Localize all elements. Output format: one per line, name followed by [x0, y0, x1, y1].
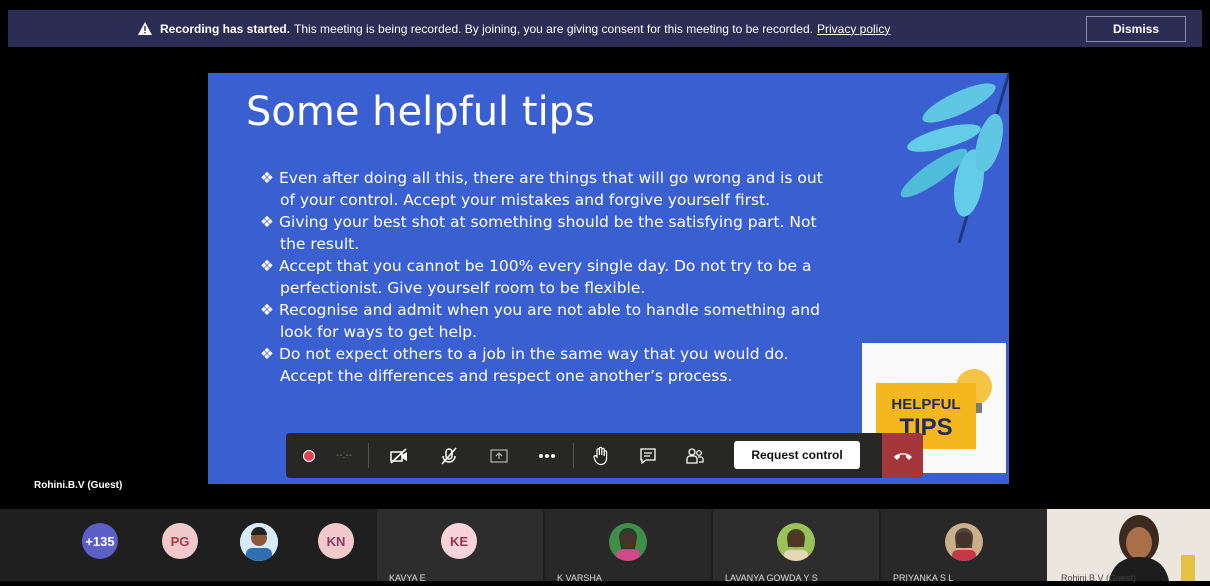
diamond-bullet-icon: ❖ [260, 345, 274, 363]
record-dot-icon [303, 449, 315, 462]
participant-photo [609, 523, 647, 561]
tip-line: Accept that you cannot be 100% every sin… [279, 257, 812, 275]
participant-avatar[interactable]: KN [318, 523, 354, 559]
dismiss-button[interactable]: Dismiss [1086, 16, 1186, 42]
participant-name: KAVYA E [389, 573, 426, 583]
people-icon [686, 447, 704, 464]
tip-item: ❖ Giving your best shot at something shou… [241, 211, 901, 255]
person-photo-icon [945, 523, 983, 561]
banner-message: Recording has started. This meeting is b… [138, 10, 890, 47]
participant-name: LAVANYA GOWDA Y S [725, 573, 818, 583]
person-photo-icon [609, 523, 647, 561]
share-screen-button[interactable] [484, 433, 514, 478]
tip-line: the result. [280, 235, 360, 253]
diamond-bullet-icon: ❖ [260, 257, 274, 275]
participant-tile[interactable]: K VARSHA [545, 509, 711, 583]
participant-name: K VARSHA [557, 573, 602, 583]
person-photo-icon [777, 523, 815, 561]
tip-line: look for ways to get help. [280, 323, 478, 341]
phone-hangup-icon [893, 452, 912, 460]
participant-avatar: KE [441, 523, 477, 559]
diamond-bullet-icon: ❖ [260, 213, 274, 231]
tip-line: Do not expect others to a job in the sam… [279, 345, 789, 363]
hang-up-button[interactable] [882, 433, 923, 478]
camera-toggle-button[interactable] [384, 433, 414, 478]
raise-hand-button[interactable] [586, 433, 616, 478]
tip-item: ❖ Accept that you cannot be 100% every si… [241, 255, 901, 299]
tip-line: perfectionist. Give yourself room to be … [280, 279, 646, 297]
participant-photo[interactable] [240, 523, 278, 561]
tip-item: ❖ Recognise and admit when you are not ab… [241, 299, 901, 343]
more-actions-button[interactable] [532, 433, 562, 478]
share-tray-icon [490, 449, 508, 463]
presenter-name-label: Rohini.B.V (Guest) [34, 480, 123, 491]
camera-off-icon [390, 447, 407, 464]
hand-icon [593, 446, 608, 465]
warning-icon [138, 22, 152, 35]
record-indicator[interactable] [298, 433, 320, 478]
tip-line: Even after doing all this, there are thi… [279, 169, 823, 187]
chat-button[interactable] [633, 433, 663, 478]
tips-list: ❖ Even after doing all this, there are th… [241, 167, 901, 387]
diamond-bullet-icon: ❖ [260, 301, 274, 319]
call-controls: --:-- Request control [286, 433, 923, 478]
banner-title: Recording has started. [160, 21, 291, 36]
participant-name: Rohini.B.V (Guest) [1061, 573, 1137, 583]
tip-line: Giving your best shot at something shoul… [279, 213, 817, 231]
participant-name: PRIYANKA S L [893, 573, 954, 583]
participant-photo [777, 523, 815, 561]
tip-line: Recognise and admit when you are not abl… [279, 301, 820, 319]
overflow-participants-badge[interactable]: +135 [82, 523, 118, 559]
slide-title: Some helpful tips [246, 89, 595, 135]
person-photo-icon [240, 523, 278, 561]
divider [573, 443, 574, 468]
more-dots-icon [539, 453, 555, 458]
recording-banner: Recording has started. This meeting is b… [8, 10, 1202, 47]
tip-item: ❖ Even after doing all this, there are th… [241, 167, 901, 211]
participant-video [1047, 509, 1210, 581]
participant-strip: +135 PG KN KE KAVYA E K VARSHA LAVANYA G… [0, 509, 1210, 583]
card-word-helpful: HELPFUL [891, 396, 960, 413]
shared-slide: Some helpful tips ❖ Even after doing all … [208, 73, 1009, 484]
participants-button[interactable] [680, 433, 710, 478]
mic-toggle-button[interactable] [434, 433, 464, 478]
tip-line: Accept the differences and respect one a… [280, 367, 733, 385]
diamond-bullet-icon: ❖ [260, 169, 274, 187]
participant-photo [945, 523, 983, 561]
tip-item: ❖ Do not expect others to a job in the sa… [241, 343, 901, 387]
participant-tile[interactable]: KE KAVYA E [377, 509, 543, 583]
divider [368, 443, 369, 468]
mic-off-icon [441, 446, 457, 465]
call-timer: --:-- [335, 450, 353, 461]
banner-text: This meeting is being recorded. By joini… [294, 21, 813, 36]
participant-avatar[interactable]: PG [162, 523, 198, 559]
participant-video-tile[interactable]: Rohini.B.V (Guest) [1047, 509, 1210, 583]
privacy-policy-link[interactable]: Privacy policy [817, 22, 890, 36]
tip-line: of your control. Accept your mistakes an… [280, 191, 771, 209]
chat-icon [640, 447, 656, 464]
request-control-button[interactable]: Request control [734, 441, 860, 469]
participant-tile[interactable]: LAVANYA GOWDA Y S [713, 509, 879, 583]
participant-tile[interactable]: PRIYANKA S L [881, 509, 1047, 583]
